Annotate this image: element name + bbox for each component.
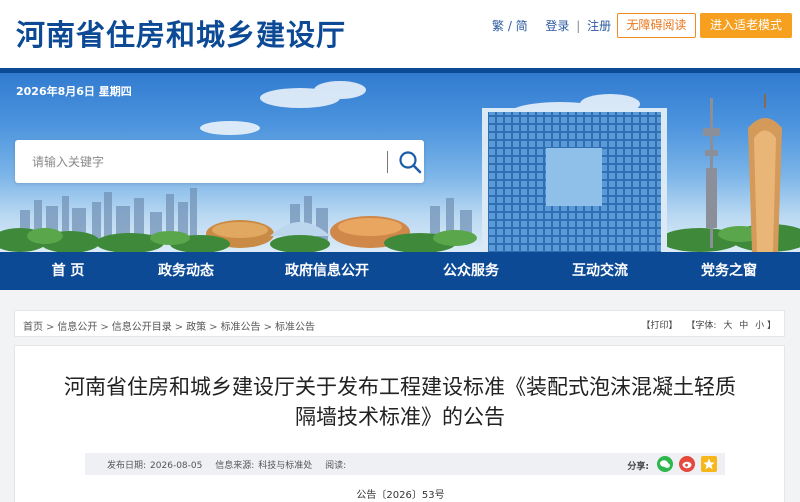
search-divider [387, 151, 388, 173]
article-meta-bar: 发布日期: 2026-08-05 信息来源: 科技与标准处 阅读: 分享: [85, 453, 725, 475]
font-size-label: 【字体: [686, 321, 717, 331]
qzone-icon[interactable] [701, 456, 717, 472]
breadcrumb-bar: 首页 > 信息公开 > 信息公开目录 > 政策 > 标准公告 > 标准公告 【打印】 【字体: 大 … [14, 310, 785, 337]
main-nav: 首 页 政务动态 政府信息公开 公众服务 互动交流 党务之窗 [0, 252, 800, 290]
breadcrumb-home[interactable]: 首页 [23, 322, 43, 333]
site-header: 河南省住房和城乡建设厅 繁 / 简 | 登录 | 注册 无障碍阅读 进入适老模式 [0, 0, 800, 68]
search-box [15, 140, 424, 183]
breadcrumb-info-public[interactable]: 信息公开 [57, 322, 97, 333]
font-size-large[interactable]: 大 [723, 321, 732, 331]
breadcrumb-policy[interactable]: 政策 [186, 322, 206, 333]
print-button[interactable]: 【打印】 [642, 321, 678, 331]
nav-item-home[interactable]: 首 页 [28, 252, 108, 290]
page-tools: 【打印】 【字体: 大 中 小 】 [642, 318, 777, 331]
publish-date: 2026-08-05 [150, 461, 203, 471]
nav-item-gov-info[interactable]: 政府信息公开 [277, 252, 377, 290]
breadcrumb-separator: > [46, 322, 55, 333]
breadcrumb-info-catalog[interactable]: 信息公开目录 [112, 322, 172, 333]
document-number: 公告〔2026〕53号 [356, 490, 445, 501]
search-button[interactable] [397, 149, 423, 175]
breadcrumb: 首页 > 信息公开 > 信息公开目录 > 政策 > 标准公告 > 标准公告 [23, 318, 315, 333]
login-link[interactable]: 登录 [545, 19, 569, 33]
source-value: 科技与标准处 [258, 461, 313, 471]
banner-date: 2026年8月6日 星期四 [16, 85, 132, 98]
site-title[interactable]: 河南省住房和城乡建设厅 [16, 12, 346, 54]
font-size-close: 】 [766, 321, 776, 331]
breadcrumb-separator: > [100, 322, 109, 333]
share-bar: 分享: [609, 455, 719, 473]
search-icon [399, 151, 422, 174]
article-meta: 发布日期: 2026-08-05 信息来源: 科技与标准处 阅读: [107, 458, 350, 471]
article-title: 河南省住房和城乡建设厅关于发布工程建设标准《装配式泡沫混凝土轻质隔墙技术标准》的… [64, 375, 736, 429]
breadcrumb-separator: > [209, 322, 218, 333]
wechat-icon[interactable] [657, 456, 673, 472]
weibo-icon[interactable] [679, 456, 695, 472]
accessible-reading-button[interactable]: 无障碍阅读 [617, 13, 696, 38]
source-label: 信息来源: [215, 461, 255, 471]
breadcrumb-separator: > [174, 322, 184, 333]
breadcrumb-standard-notice[interactable]: 标准公告 [221, 322, 261, 333]
nav-item-interaction[interactable]: 互动交流 [557, 252, 643, 290]
nav-item-party-window[interactable]: 党务之窗 [686, 252, 772, 290]
publish-date-label: 发布日期: [107, 461, 147, 471]
nav-item-news[interactable]: 政务动态 [143, 252, 229, 290]
nav-item-public-service[interactable]: 公众服务 [428, 252, 514, 290]
font-size-small[interactable]: 小 [755, 321, 764, 331]
search-input[interactable] [15, 140, 370, 183]
top-links: 繁 / 简 | 登录 | 注册 [492, 17, 611, 34]
breadcrumb-separator: > [263, 322, 272, 333]
elder-mode-button[interactable]: 进入适老模式 [700, 13, 792, 38]
link-separator: | [576, 19, 581, 33]
article-panel: 河南省住房和城乡建设厅关于发布工程建设标准《装配式泡沫混凝土轻质隔墙技术标准》的… [14, 345, 785, 502]
read-count-label: 阅读: [325, 461, 347, 471]
register-link[interactable]: 注册 [587, 19, 611, 33]
banner: 2026年8月6日 星期四 [0, 68, 800, 252]
breadcrumb-standard-notice-current[interactable]: 标准公告 [275, 322, 315, 333]
font-size-medium[interactable]: 中 [739, 321, 748, 331]
share-label: 分享: [627, 462, 649, 472]
language-toggle[interactable]: 繁 / 简 [492, 19, 528, 33]
